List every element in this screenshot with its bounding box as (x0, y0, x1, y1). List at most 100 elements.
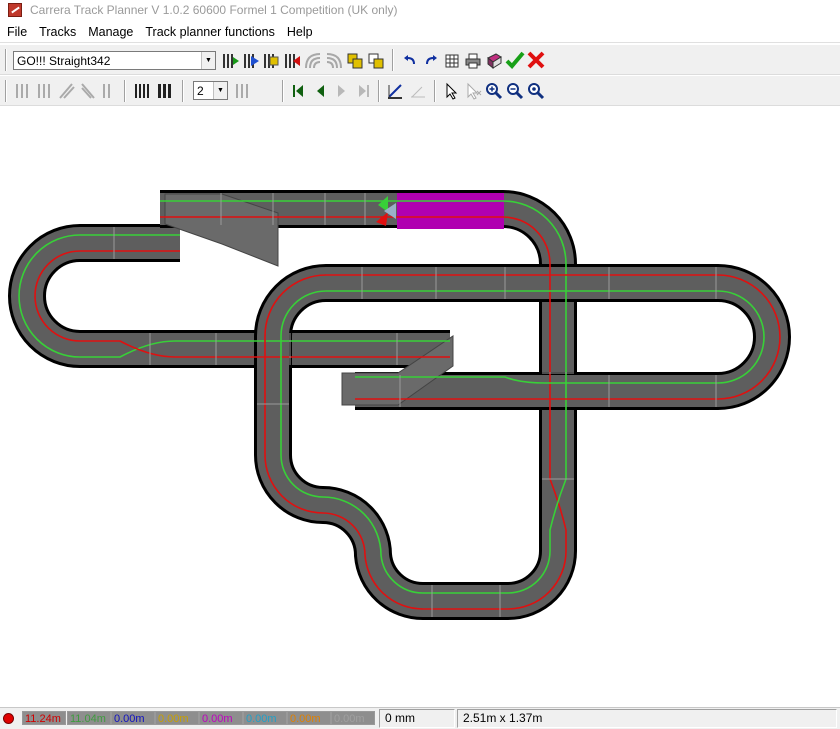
chevron-down-icon[interactable]: ▼ (201, 52, 215, 69)
straight-track-add-icon (223, 54, 239, 68)
menu-bar: File Tracks Manage Track planner functio… (0, 22, 840, 43)
lanes-select-value: 2 (197, 83, 204, 98)
start-finish-section[interactable] (397, 193, 504, 229)
menu-track-planner-functions[interactable]: Track planner functions (139, 25, 280, 39)
lane-change-right-button (78, 81, 98, 101)
app-logo-icon (8, 3, 22, 17)
toolbar-separator (5, 49, 7, 71)
manual-button[interactable] (484, 51, 504, 71)
crossing-icon (38, 84, 50, 98)
delete-track-button[interactable] (282, 51, 302, 71)
zoom-out-button[interactable] (505, 81, 525, 101)
window-title: Carrera Track Planner V 1.0.2 60600 Form… (30, 3, 398, 17)
zoom-in-button[interactable] (484, 81, 504, 101)
angle-icon (411, 86, 425, 98)
measure-button[interactable] (385, 81, 405, 101)
lane-length-2: 11.04m (67, 711, 111, 725)
menu-tracks[interactable]: Tracks (33, 25, 82, 39)
previous-piece-button[interactable] (310, 81, 330, 101)
copy-section-button[interactable] (345, 51, 365, 71)
curve-track-icon (305, 53, 321, 69)
double-straight-button[interactable] (155, 81, 175, 101)
toolbar-separator (5, 80, 7, 102)
track-layout-drawing (8, 190, 791, 621)
zoom-in-icon (486, 83, 503, 100)
lane-change-icon (16, 84, 28, 98)
status-indicator-icon (3, 713, 14, 724)
ruler-icon (388, 84, 402, 99)
confirm-button[interactable] (505, 50, 525, 70)
curve-right-button (324, 51, 344, 71)
copy-icon (347, 53, 363, 69)
menu-manage[interactable]: Manage (82, 25, 139, 39)
lane-change-button (12, 81, 32, 101)
straight-track-button[interactable] (132, 81, 152, 101)
lane-length-7: 0.00m (287, 711, 331, 725)
status-bar: 11.24m 11.04m 0.00m 0.00m 0.00m 0.00m 0.… (0, 707, 840, 729)
undo-button[interactable] (400, 51, 420, 71)
lane-change-left-icon (59, 83, 75, 99)
lanes-apply-button (232, 81, 252, 101)
lane-length-3: 0.00m (111, 711, 155, 725)
curve-track-icon (326, 53, 342, 69)
move-cursor-icon (467, 82, 482, 100)
menu-help[interactable]: Help (281, 25, 319, 39)
toolbar-separator (434, 80, 436, 102)
track-size-readout: 2.51m x 1.37m (457, 709, 837, 728)
lane-length-6: 0.00m (243, 711, 287, 725)
secondary-toolbar: 2 ▼ (0, 76, 840, 106)
title-bar: Carrera Track Planner V 1.0.2 60600 Form… (0, 0, 840, 20)
checkmark-icon (505, 51, 525, 69)
skip-last-icon (359, 85, 369, 97)
move-tool-button (463, 81, 483, 101)
toolbar-separator (392, 49, 394, 71)
previous-icon (317, 85, 324, 97)
pit-lane-icon (103, 84, 110, 98)
curve-left-button (303, 51, 323, 71)
toolbar-separator (124, 80, 126, 102)
toolbar-separator (378, 80, 380, 102)
printer-icon (465, 53, 481, 69)
skip-first-icon (293, 85, 303, 97)
zoom-out-icon (507, 83, 524, 100)
cursor-arrow-icon (446, 82, 458, 100)
parts-list-button[interactable] (442, 51, 462, 71)
lane-length-4: 0.00m (155, 711, 199, 725)
track-delete-icon (285, 54, 300, 68)
next-piece-button (332, 81, 352, 101)
straight-track-icon (135, 84, 149, 98)
track-piece-select-value: GO!!! Straight342 (17, 53, 111, 68)
cancel-button[interactable] (526, 50, 546, 70)
crossing-button (34, 81, 54, 101)
last-piece-button (354, 81, 374, 101)
paste-section-button[interactable] (366, 51, 386, 71)
redo-icon (426, 55, 437, 65)
lane-length-1: 11.24m (22, 711, 66, 725)
track-insert-icon (244, 54, 259, 68)
lanes-icon (236, 84, 248, 98)
angle-button (408, 81, 428, 101)
toolbar-separator (182, 80, 184, 102)
redo-button[interactable] (421, 51, 441, 71)
track-piece-select[interactable]: GO!!! Straight342 ▼ (13, 51, 216, 70)
chevron-down-icon[interactable]: ▼ (213, 82, 227, 99)
straight-track-icon (158, 84, 171, 98)
insert-track-button[interactable] (241, 51, 261, 71)
pit-lane-button (98, 81, 118, 101)
paste-icon (368, 53, 384, 69)
track-replace-icon (264, 54, 279, 68)
zoom-fit-button[interactable] (526, 81, 546, 101)
add-straight-track-button[interactable] (220, 51, 240, 71)
book-icon (487, 53, 502, 70)
close-icon (527, 51, 545, 69)
first-piece-button[interactable] (288, 81, 308, 101)
menu-file[interactable]: File (0, 25, 33, 39)
replace-track-button[interactable] (261, 51, 281, 71)
select-tool-button[interactable] (442, 81, 462, 101)
lanes-select[interactable]: 2 ▼ (193, 81, 228, 100)
table-icon (445, 54, 459, 68)
undo-icon (404, 55, 415, 65)
print-button[interactable] (463, 51, 483, 71)
toolbar-separator (282, 80, 284, 102)
track-canvas[interactable] (0, 107, 840, 707)
